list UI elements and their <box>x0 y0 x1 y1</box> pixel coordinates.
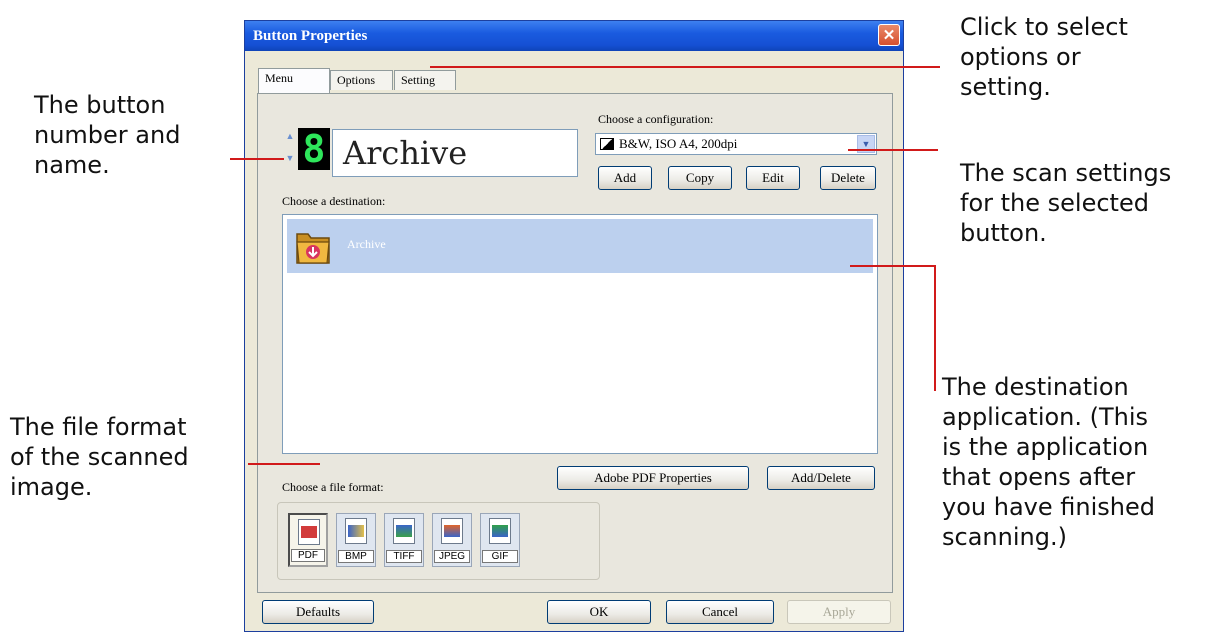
callout-line: name. <box>34 151 110 179</box>
button-number-display: 8 <box>298 128 330 170</box>
leader-line-destination <box>850 265 936 267</box>
title-bar: Button Properties ✕ <box>245 21 903 51</box>
tab-setting-label: Setting <box>401 73 436 87</box>
callout-line: number and <box>34 121 181 149</box>
tiff-icon <box>393 518 415 544</box>
destination-item-label: Archive <box>347 237 386 251</box>
file-format-label: Choose a file format: <box>282 480 384 494</box>
leader-line-scan-settings <box>848 149 938 151</box>
callout-line: The button <box>34 91 166 119</box>
button-number-spinner[interactable]: ▲ ▼ <box>284 126 296 170</box>
callout-line: The scan settings <box>960 159 1172 187</box>
callout-line: you have finished <box>942 493 1155 521</box>
config-add-button[interactable]: Add <box>598 166 652 190</box>
cancel-button[interactable]: Cancel <box>666 600 774 624</box>
callout-line: for the selected <box>960 189 1149 217</box>
ok-button[interactable]: OK <box>547 600 651 624</box>
config-edit-button[interactable]: Edit <box>746 166 800 190</box>
callout-line: image. <box>10 473 93 501</box>
callout-line: button. <box>960 219 1047 247</box>
callout-line: application. (This <box>942 403 1149 431</box>
format-label: JPEG <box>434 550 470 563</box>
callout-line: that opens after <box>942 463 1136 491</box>
tab-options[interactable]: Options <box>330 70 393 90</box>
leader-line-button-name <box>230 158 284 160</box>
callout-tabs: Click to select options or setting. <box>960 12 1128 102</box>
callout-line: Click to select <box>960 13 1128 41</box>
callout-line: setting. <box>960 73 1051 101</box>
format-jpeg-button[interactable]: JPEG <box>432 513 472 567</box>
defaults-button[interactable]: Defaults <box>262 600 374 624</box>
destination-list[interactable]: Archive <box>282 214 878 454</box>
list-item[interactable]: Archive <box>287 219 873 273</box>
gif-icon <box>489 518 511 544</box>
callout-line: The destination <box>942 373 1129 401</box>
format-pdf-button[interactable]: PDF <box>288 513 328 567</box>
configuration-label: Choose a configuration: <box>598 112 714 126</box>
configuration-value: B&W, ISO A4, 200dpi <box>619 136 738 151</box>
leader-line-file-format <box>248 463 320 465</box>
config-copy-button[interactable]: Copy <box>668 166 732 190</box>
jpeg-icon <box>441 518 463 544</box>
spin-down-icon[interactable]: ▼ <box>284 148 296 168</box>
callout-button-name: The button number and name. <box>34 90 180 180</box>
format-tiff-button[interactable]: TIFF <box>384 513 424 567</box>
bmp-icon <box>345 518 367 544</box>
pdf-properties-button[interactable]: Adobe PDF Properties <box>557 466 749 490</box>
callout-line: The file format <box>10 413 187 441</box>
tab-setting[interactable]: Setting <box>394 70 456 90</box>
callout-line: of the scanned <box>10 443 189 471</box>
format-label: GIF <box>482 550 518 563</box>
apply-button[interactable]: Apply <box>787 600 891 624</box>
callout-destination: The destination application. (This is th… <box>942 372 1155 552</box>
configuration-select[interactable]: B&W, ISO A4, 200dpi ▼ <box>595 133 877 155</box>
callout-file-format: The file format of the scanned image. <box>10 412 189 502</box>
destination-label: Choose a destination: <box>282 194 386 208</box>
pdf-icon <box>298 519 320 545</box>
add-delete-button[interactable]: Add/Delete <box>767 466 875 490</box>
tab-options-label: Options <box>337 73 376 87</box>
format-label: BMP <box>338 550 374 563</box>
folder-archive-icon <box>296 233 330 264</box>
leader-line-destination-vertical <box>934 265 936 391</box>
callout-line: options or <box>960 43 1081 71</box>
file-format-group: PDF BMP TIFF JPEG GIF <box>277 502 600 580</box>
tab-menu[interactable]: Menu <box>258 68 330 93</box>
close-icon: ✕ <box>882 28 896 44</box>
callout-scan-settings: The scan settings for the selected butto… <box>960 158 1171 248</box>
button-name-field[interactable]: Archive <box>332 129 578 177</box>
tab-menu-label: Menu <box>265 71 293 85</box>
format-label: PDF <box>291 549 325 562</box>
bw-swatch-icon <box>600 138 614 150</box>
format-gif-button[interactable]: GIF <box>480 513 520 567</box>
spin-up-icon[interactable]: ▲ <box>284 126 296 146</box>
leader-line-tabs <box>430 66 940 68</box>
format-label: TIFF <box>386 550 422 563</box>
format-bmp-button[interactable]: BMP <box>336 513 376 567</box>
config-delete-button[interactable]: Delete <box>820 166 876 190</box>
dialog-title: Button Properties <box>253 28 368 44</box>
callout-line: scanning.) <box>942 523 1067 551</box>
callout-line: is the application <box>942 433 1149 461</box>
close-button[interactable]: ✕ <box>878 24 900 46</box>
